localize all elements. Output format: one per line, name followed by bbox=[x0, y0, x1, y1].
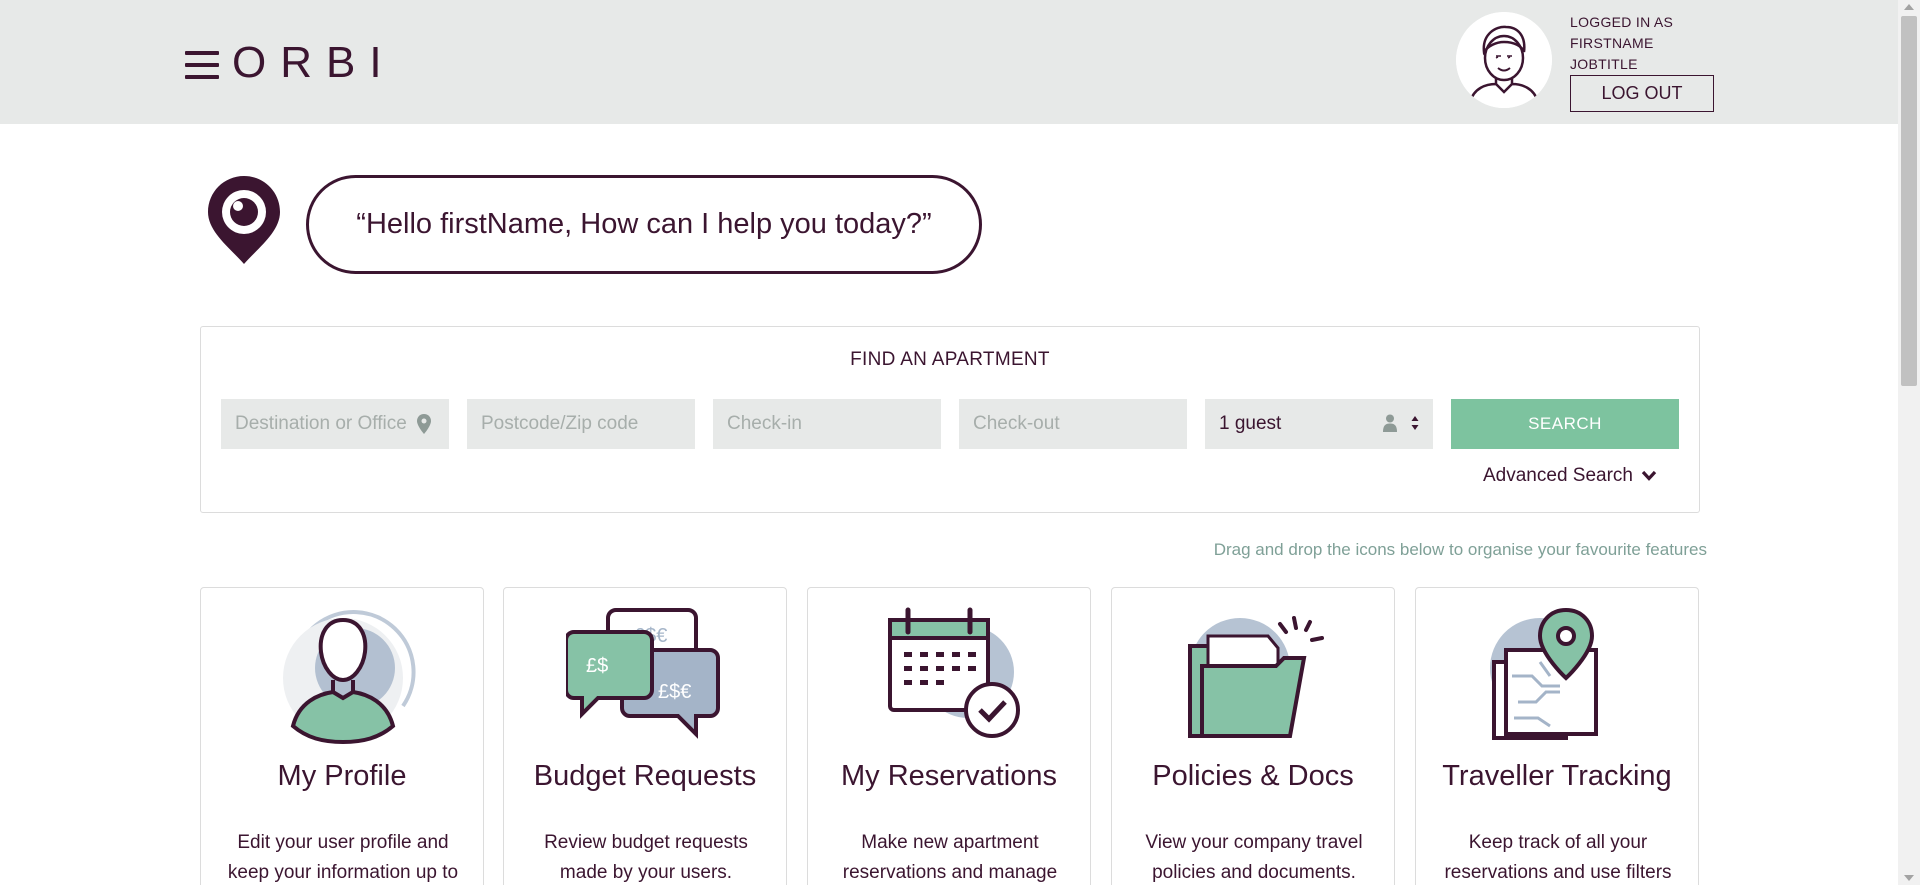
greeting-text: “Hello firstName, How can I help you tod… bbox=[356, 208, 932, 240]
top-header: ORBI LOGGED IN AS FIRSTNAME JOBTITLE LOG… bbox=[0, 0, 1898, 124]
card-title: Policies & Docs bbox=[1152, 760, 1354, 792]
checkout-placeholder: Check-out bbox=[973, 413, 1060, 434]
card-traveller-tracking[interactable]: Traveller Tracking Keep track of all you… bbox=[1415, 587, 1699, 885]
svg-text:£$: £$ bbox=[586, 655, 608, 677]
login-info: LOGGED IN AS FIRSTNAME JOBTITLE bbox=[1570, 12, 1673, 75]
search-button[interactable]: SEARCH bbox=[1451, 399, 1679, 449]
checkin-placeholder: Check-in bbox=[727, 413, 802, 434]
card-description: Edit your user profile and keep your inf… bbox=[227, 832, 459, 883]
scroll-down-icon[interactable] bbox=[1904, 875, 1914, 881]
checkout-input[interactable]: Check-out bbox=[959, 399, 1187, 449]
budget-icon: £$€ £$€ £$ bbox=[566, 608, 720, 739]
scroll-up-icon[interactable] bbox=[1904, 4, 1914, 10]
card-description: Make new apartment reservations and mana… bbox=[842, 832, 1058, 883]
card-title: Budget Requests bbox=[533, 760, 757, 792]
map-pin-icon bbox=[1490, 607, 1598, 740]
find-apartment-panel: FIND AN APARTMENT Destination or Office … bbox=[200, 326, 1700, 513]
guests-value: 1 guest bbox=[1219, 413, 1282, 434]
advanced-search-toggle[interactable]: Advanced Search bbox=[1483, 465, 1657, 487]
profile-icon bbox=[283, 610, 416, 745]
orbi-logo[interactable]: ORBI bbox=[232, 38, 396, 88]
orbi-pin-icon bbox=[206, 174, 282, 266]
postcode-input[interactable]: Postcode/Zip code bbox=[467, 399, 695, 449]
card-budget-requests[interactable]: £$€ £$€ £$ Budget Requests Review budget… bbox=[503, 587, 787, 885]
location-pin-icon bbox=[417, 414, 431, 440]
card-policies-docs[interactable]: Policies & Docs View your company travel… bbox=[1111, 587, 1395, 885]
checkin-input[interactable]: Check-in bbox=[713, 399, 941, 449]
card-my-profile[interactable]: My Profile Edit your user profile and ke… bbox=[200, 587, 484, 885]
logged-in-label: LOGGED IN AS bbox=[1570, 14, 1674, 30]
advanced-search-label: Advanced Search bbox=[1483, 465, 1633, 486]
card-title: My Reservations bbox=[841, 760, 1057, 792]
postcode-placeholder: Postcode/Zip code bbox=[481, 413, 639, 434]
logout-button[interactable]: LOG OUT bbox=[1570, 75, 1714, 112]
page-scrollbar[interactable] bbox=[1898, 0, 1920, 885]
user-jobtitle: JOBTITLE bbox=[1570, 56, 1638, 72]
drag-drop-hint: Drag and drop the icons below to organis… bbox=[1213, 540, 1707, 559]
hamburger-menu-icon[interactable] bbox=[185, 51, 219, 79]
card-description: View your company travel policies and do… bbox=[1145, 832, 1363, 883]
chevron-down-icon bbox=[1641, 470, 1657, 481]
user-avatar bbox=[1456, 12, 1552, 108]
select-arrows-icon bbox=[1411, 415, 1419, 437]
calendar-icon bbox=[888, 607, 1020, 738]
user-firstname: FIRSTNAME bbox=[1570, 35, 1654, 51]
card-title: Traveller Tracking bbox=[1442, 760, 1672, 792]
card-my-reservations[interactable]: My Reservations Make new apartment reser… bbox=[807, 587, 1091, 885]
destination-input[interactable]: Destination or Office bbox=[221, 399, 449, 449]
guest-person-icon bbox=[1383, 414, 1397, 438]
folder-icon bbox=[1188, 616, 1324, 738]
svg-text:£$€: £$€ bbox=[658, 681, 691, 703]
destination-placeholder: Destination or Office bbox=[235, 413, 407, 434]
greeting-bubble: “Hello firstName, How can I help you tod… bbox=[306, 175, 982, 274]
scrollbar-thumb[interactable] bbox=[1901, 16, 1917, 386]
panel-title: FIND AN APARTMENT bbox=[850, 349, 1050, 370]
guests-select[interactable]: 1 guest bbox=[1205, 399, 1433, 449]
card-description: Review budget requests made by your user… bbox=[544, 832, 748, 883]
card-description: Keep track of all your reservations and … bbox=[1444, 832, 1672, 883]
card-title: My Profile bbox=[277, 760, 407, 792]
